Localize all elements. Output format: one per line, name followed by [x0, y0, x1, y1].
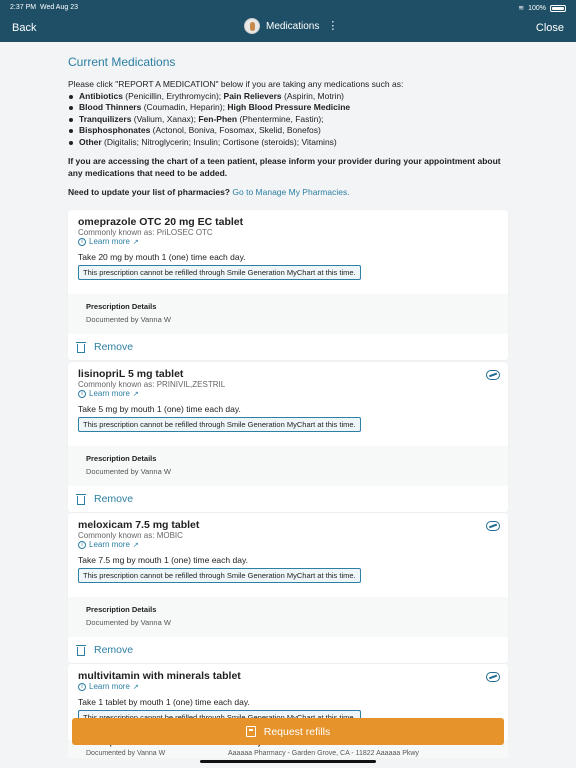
learn-more-link[interactable]: i Learn more ↗ — [78, 540, 498, 549]
info-icon: i — [78, 540, 86, 549]
documented-by: Documented by Vanna W — [86, 467, 171, 476]
list-item: Blood Thinners (Coumadin, Heparin); High… — [68, 102, 508, 114]
medication-directions: Take 5 mg by mouth 1 (one) time each day… — [78, 404, 241, 414]
common-name: Commonly known as: PriLOSEC OTC — [78, 228, 213, 237]
remove-button[interactable]: Remove — [68, 486, 508, 512]
medication-name: multivitamin with minerals tablet — [78, 670, 241, 682]
trash-icon — [76, 644, 86, 656]
medication-directions: Take 1 tablet by mouth 1 (one) time each… — [78, 697, 250, 707]
refill-note: This prescription cannot be refilled thr… — [78, 417, 361, 432]
refill-note: This prescription cannot be refilled thr… — [78, 265, 361, 280]
request-refills-button[interactable]: Request refills — [72, 718, 504, 745]
pharmacy-prompt: Need to update your list of pharmacies? … — [68, 187, 350, 197]
list-item: Bisphosphonates (Actonol, Boniva, Fosoma… — [68, 125, 508, 137]
learn-more-link[interactable]: i Learn more ↗ — [78, 389, 498, 398]
medication-card: omeprazole OTC 20 mg EC tablet Commonly … — [68, 210, 508, 360]
details-title: Prescription Details — [86, 302, 157, 311]
manage-pharmacies-link[interactable]: Go to Manage My Pharmacies. — [232, 187, 349, 197]
prescription-details: Prescription Details Documented by Vanna… — [68, 294, 508, 334]
close-button[interactable]: Close — [536, 22, 564, 34]
medication-directions: Take 20 mg by mouth 1 (one) time each da… — [78, 252, 246, 262]
medication-name: omeprazole OTC 20 mg EC tablet — [78, 216, 244, 228]
prescription-details: Prescription Details Documented by Vanna… — [68, 446, 508, 486]
back-button[interactable]: Back — [12, 22, 36, 34]
common-name: Commonly known as: MOBIC — [78, 531, 183, 540]
remove-label: Remove — [94, 644, 134, 656]
trash-icon — [76, 493, 86, 505]
refill-note: This prescription cannot be refilled thr… — [78, 568, 361, 583]
info-icon: i — [78, 682, 86, 691]
status-time: 2:37 PM Wed Aug 23 — [10, 4, 78, 11]
app-logo-icon — [244, 18, 260, 34]
external-link-icon: ↗ — [132, 683, 139, 691]
pharmacy-details-text: Aaaaaa Pharmacy - Garden Grove, CA - 118… — [228, 750, 419, 757]
page-title: Medications — [266, 20, 320, 32]
list-item: Other (Digitalis; Nitroglycerin; Insulin… — [68, 137, 508, 149]
medication-card: meloxicam 7.5 mg tablet Commonly known a… — [68, 513, 508, 663]
documented-by: Documented by Vanna W — [86, 750, 166, 757]
remove-label: Remove — [94, 493, 134, 505]
documented-by: Documented by Vanna W — [86, 315, 171, 324]
medication-name: lisinopriL 5 mg tablet — [78, 368, 184, 380]
external-link-icon: ↗ — [132, 390, 139, 398]
medication-directions: Take 7.5 mg by mouth 1 (one) time each d… — [78, 555, 248, 565]
pill-icon — [486, 370, 500, 380]
learn-more-link[interactable]: i Learn more ↗ — [78, 682, 498, 691]
remove-button[interactable]: Remove — [68, 637, 508, 663]
info-icon: i — [78, 389, 86, 398]
battery-text: 100% — [528, 4, 546, 12]
remove-button[interactable]: Remove — [68, 334, 508, 360]
medication-name: meloxicam 7.5 mg tablet — [78, 519, 200, 531]
external-link-icon: ↗ — [132, 541, 139, 549]
medication-card: lisinopriL 5 mg tablet Commonly known as… — [68, 362, 508, 512]
details-title: Prescription Details — [86, 605, 157, 614]
status-right: ≋ 100% — [518, 4, 566, 12]
teen-note: If you are accessing the chart of a teen… — [68, 156, 501, 178]
pill-icon — [486, 672, 500, 682]
common-name: Commonly known as: PRINIVIL,ZESTRIL — [78, 380, 226, 389]
status-bar: 2:37 PM Wed Aug 23 ≋ 100% — [0, 2, 576, 14]
nav-title-group[interactable]: Medications ⋮ — [244, 18, 338, 34]
home-indicator[interactable] — [200, 760, 376, 763]
remove-label: Remove — [94, 341, 134, 353]
medication-category-list: Antibiotics (Penicillin, Erythromycin); … — [68, 91, 508, 149]
list-item: Antibiotics (Penicillin, Erythromycin); … — [68, 91, 508, 103]
more-menu-icon[interactable]: ⋮ — [327, 20, 338, 32]
info-icon: i — [78, 237, 86, 246]
intro-section: Current Medications Please click "REPORT… — [68, 55, 508, 197]
request-refills-label: Request refills — [263, 725, 331, 738]
refill-icon — [245, 726, 256, 737]
wifi-icon: ≋ — [518, 5, 525, 12]
learn-more-link[interactable]: i Learn more ↗ — [78, 237, 498, 246]
details-title: Prescription Details — [86, 454, 157, 463]
intro-text: Please click "REPORT A MEDICATION" below… — [68, 79, 404, 89]
prescription-details: Prescription Details Documented by Vanna… — [68, 597, 508, 637]
list-item: Tranquilizers (Valium, Xanax); Fen-Phen … — [68, 114, 508, 126]
battery-icon — [550, 4, 566, 12]
trash-icon — [76, 341, 86, 353]
top-bar: 2:37 PM Wed Aug 23 ≋ 100% Back Medicatio… — [0, 0, 576, 42]
external-link-icon: ↗ — [132, 238, 139, 246]
pill-icon — [486, 521, 500, 531]
section-title: Current Medications — [68, 55, 176, 69]
documented-by: Documented by Vanna W — [86, 618, 171, 627]
